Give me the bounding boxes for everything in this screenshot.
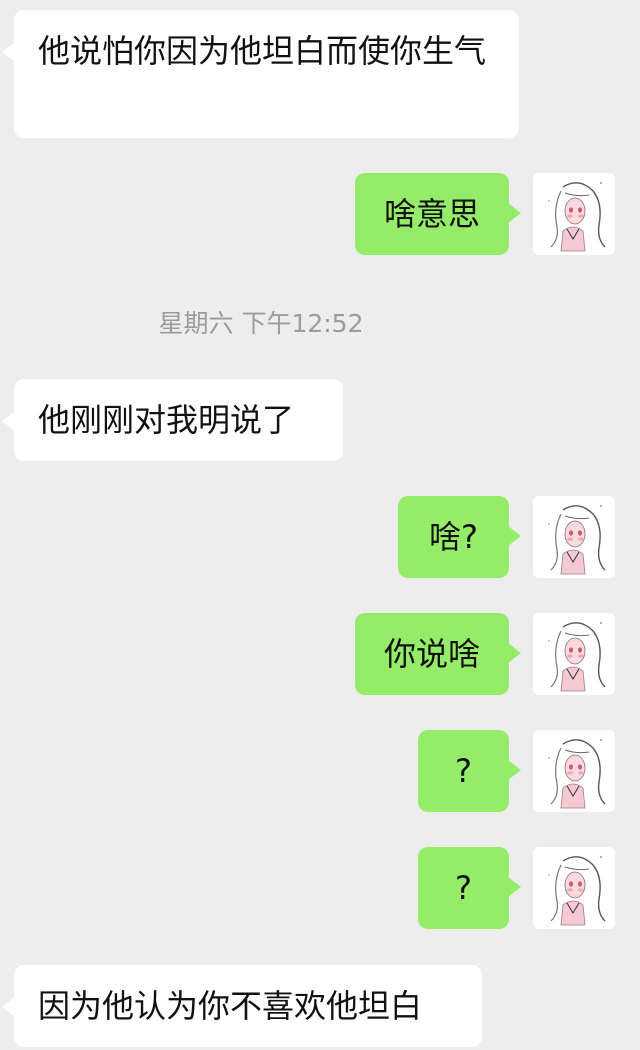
message-bubble-incoming[interactable]: 他刚刚对我明说了 — [2, 379, 343, 461]
message-bubble-incoming[interactable]: 因为他认为你不喜欢他坦白 — [2, 965, 482, 1047]
message-text: ? — [455, 752, 472, 790]
message-text: 因为他认为你不喜欢他坦白 — [38, 987, 423, 1025]
anime-girl-avatar-icon[interactable] — [533, 730, 615, 812]
message-bubble-outgoing[interactable]: ? — [418, 847, 521, 929]
message-text: 你说啥 — [383, 635, 480, 673]
anime-girl-avatar-icon[interactable] — [533, 613, 615, 695]
message-text: 啥? — [429, 518, 478, 556]
message-bubble-outgoing[interactable]: 啥意思 — [355, 173, 521, 255]
message-timestamp: 星期六 下午12:52 — [158, 309, 364, 338]
anime-girl-avatar-icon[interactable] — [533, 173, 615, 255]
message-bubble-outgoing[interactable]: ? — [418, 730, 521, 812]
anime-girl-avatar-icon[interactable] — [533, 847, 615, 929]
message-bubble-outgoing[interactable]: 你说啥 — [355, 613, 521, 695]
message-text: 啥意思 — [383, 195, 480, 233]
message-text: 他说怕你因为他坦白而使你生气 — [38, 32, 487, 70]
message-bubble-outgoing[interactable]: 啥? — [398, 496, 521, 578]
anime-girl-avatar-icon[interactable] — [533, 496, 615, 578]
message-text: 他刚刚对我明说了 — [38, 401, 295, 439]
message-text: ? — [455, 869, 472, 907]
message-bubble-incoming[interactable]: 他说怕你因为他坦白而使你生气 — [2, 10, 519, 138]
